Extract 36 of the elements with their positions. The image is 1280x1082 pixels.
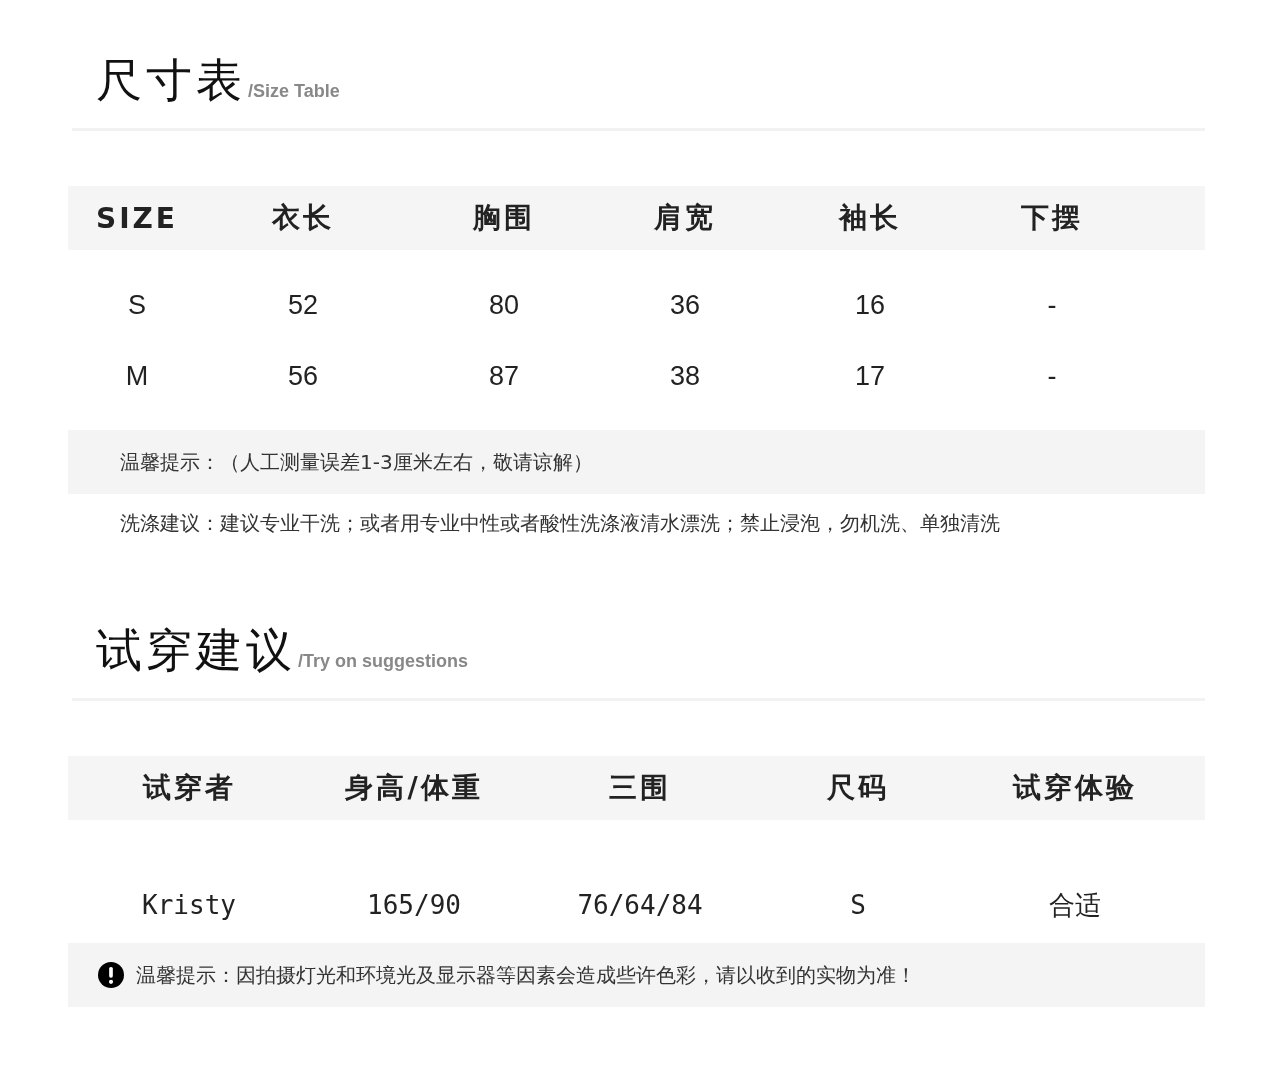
table-cell-text: 合适 <box>1048 888 1102 922</box>
table-cell-text: 16 <box>853 290 886 321</box>
section-title: 尺寸表 <box>96 54 246 106</box>
section-title: 试穿建议 <box>96 624 296 676</box>
column-header: 胸围 <box>472 200 536 236</box>
column-header: 下摆 <box>1020 200 1084 236</box>
column-header: 身高/体重 <box>344 770 484 806</box>
column-header: 三围 <box>608 770 672 806</box>
table-cell-text: 17 <box>853 361 886 392</box>
table-cell-text: 165/90 <box>366 890 462 920</box>
column-header: 衣长 <box>270 200 335 236</box>
column-header: 试穿体验 <box>1011 770 1138 806</box>
section-subtitle: /Size Table <box>248 81 340 103</box>
notice-text: 温馨提示：因拍摄灯光和环境光及显示器等因素会造成些许色彩，请以收到的实物为准！ <box>136 961 916 989</box>
table-cell-text: 36 <box>668 290 701 321</box>
table-cell-text: 80 <box>487 290 520 321</box>
column-header: SIZE <box>95 201 179 235</box>
table-cell-text: Kristy <box>141 890 237 920</box>
table-cell-text: 56 <box>286 361 319 392</box>
table-cell-text: S <box>127 290 147 321</box>
section-subtitle: /Try on suggestions <box>298 651 469 673</box>
table-cell-text: 87 <box>487 361 520 392</box>
column-header: 袖长 <box>837 200 902 236</box>
column-header: 肩宽 <box>653 200 717 236</box>
table-cell-text: M <box>124 361 150 392</box>
table-cell-text: 76/64/84 <box>576 890 704 920</box>
column-header: 尺码 <box>826 770 890 806</box>
table-cell-text: 52 <box>286 290 319 321</box>
table-cell-text: - <box>1046 290 1058 321</box>
table-cell-text: 38 <box>668 361 701 392</box>
table-cell-text: - <box>1046 361 1058 392</box>
note-text: 温馨提示：（人工测量误差1-3厘米左右，敬请谅解） <box>120 448 593 476</box>
note-text: 洗涤建议：建议专业干洗；或者用专业中性或者酸性洗涤液清水漂洗；禁止浸泡，勿机洗、单独清洗 <box>120 509 1000 537</box>
table-cell-text: S <box>849 890 867 920</box>
column-header: 试穿者 <box>141 770 237 806</box>
exclamation-icon <box>98 962 124 988</box>
